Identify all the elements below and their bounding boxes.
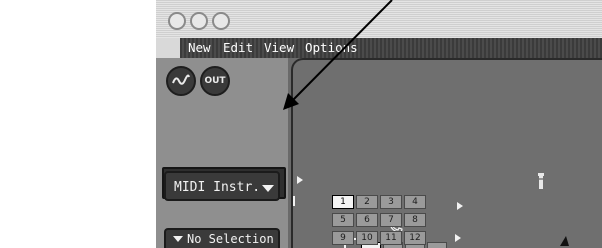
selection-popup[interactable]: No Selection	[164, 228, 280, 248]
menu-options[interactable]: Options	[305, 40, 358, 55]
channel-cell-11[interactable]: 11	[380, 231, 402, 245]
channel-cell-1[interactable]: 1	[332, 195, 354, 209]
title-bar[interactable]	[156, 0, 602, 38]
zoom-window-button[interactable]	[212, 12, 230, 30]
chevron-down-icon	[262, 185, 274, 192]
channel-cell-7[interactable]: 7	[380, 213, 402, 227]
disclosure-triangle-icon	[173, 236, 183, 242]
wave-icon	[168, 68, 194, 94]
menu-bar: New Edit View Options	[180, 38, 602, 58]
channel-cell-12[interactable]: 12	[404, 231, 426, 245]
menu-new[interactable]: New	[188, 40, 211, 55]
marker-icon	[457, 202, 463, 210]
midi-instrument-label: MIDI Instr.	[174, 180, 261, 195]
channel-cell-2[interactable]: 2	[356, 195, 378, 209]
midi-instrument-popup[interactable]: MIDI Instr.	[164, 171, 280, 201]
minimize-window-button[interactable]	[190, 12, 208, 30]
wave-button[interactable]	[166, 66, 196, 96]
channel-cell-8[interactable]: 8	[404, 213, 426, 227]
channel-cell-4[interactable]: 4	[404, 195, 426, 209]
channel-cell-10[interactable]: 10	[356, 231, 378, 245]
close-window-button[interactable]	[168, 12, 186, 30]
channel-cell-6[interactable]: 6	[356, 213, 378, 227]
marker-icon	[455, 234, 461, 242]
marker-icon	[297, 176, 303, 184]
out-button[interactable]: OUT	[200, 66, 230, 96]
channel-cell-9[interactable]: 9	[332, 231, 354, 245]
channel-cell-3[interactable]: 3	[380, 195, 402, 209]
tool-panel: OUT MIDI Instr. No Selection	[156, 58, 288, 248]
channel-cell-5[interactable]: 5	[332, 213, 354, 227]
instrument-icon[interactable]	[533, 171, 549, 195]
channel-grid: 1 2 3 4 5 6 7 8 9 10 11 12	[330, 192, 444, 248]
edge-tick	[293, 196, 295, 206]
menu-edit[interactable]: Edit	[223, 40, 253, 55]
out-icon: OUT	[204, 76, 226, 86]
selection-label: No Selection	[187, 232, 274, 246]
menu-view[interactable]: View	[264, 40, 294, 55]
